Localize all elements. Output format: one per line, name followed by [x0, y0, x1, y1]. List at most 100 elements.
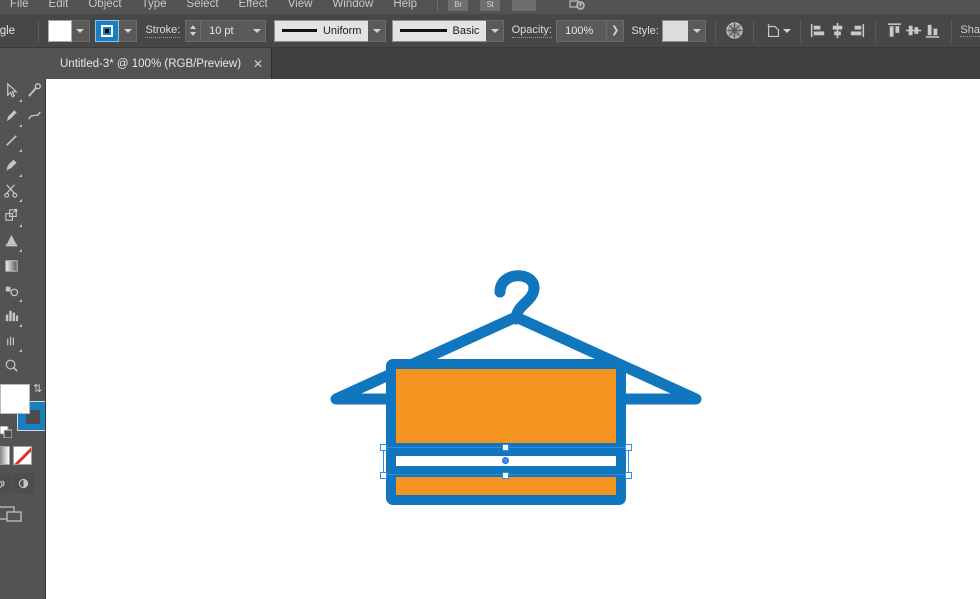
change-screen-mode-icon[interactable] — [0, 503, 46, 523]
tool-free-transform[interactable] — [0, 228, 23, 253]
menu-item-help[interactable]: Help — [383, 0, 427, 14]
align-left-icon[interactable] — [809, 20, 828, 42]
tool-flyout-indicator — [19, 349, 22, 352]
tool-curvature[interactable] — [23, 103, 46, 128]
tool-flyout-indicator — [19, 299, 22, 302]
menu-item-file[interactable]: File — [0, 0, 39, 14]
align-right-icon[interactable] — [847, 20, 866, 42]
tool-flyout-indicator — [19, 99, 22, 102]
bridge-button[interactable]: Br — [448, 0, 468, 11]
tool-arc[interactable] — [23, 128, 46, 153]
tool-blend[interactable] — [0, 278, 23, 303]
stroke-weight-input[interactable]: 10 pt — [200, 20, 248, 42]
stroke-swatch[interactable] — [95, 20, 119, 42]
default-fill-stroke-icon[interactable] — [0, 426, 12, 441]
variable-width-dropdown-button[interactable] — [368, 20, 386, 42]
draw-normal-icon[interactable] — [0, 473, 11, 493]
tool-reflect[interactable] — [23, 203, 46, 228]
menu-item-select[interactable]: Select — [177, 0, 229, 14]
menu-item-view[interactable]: View — [278, 0, 323, 14]
stepper-up-icon[interactable] — [190, 25, 196, 29]
tool-eraser[interactable] — [23, 178, 46, 203]
color-mode-row — [0, 446, 46, 465]
variable-width-profile-preview[interactable]: Uniform — [274, 20, 368, 42]
menu-item-type[interactable]: Type — [132, 0, 177, 14]
tool-live-paint[interactable] — [23, 278, 46, 303]
close-icon[interactable]: ✕ — [253, 58, 263, 70]
tool-mesh[interactable] — [23, 253, 46, 278]
gradient-mode-icon[interactable] — [0, 446, 10, 465]
align-horizontal-center-icon[interactable] — [828, 20, 847, 42]
tool-puppet-warp[interactable] — [23, 228, 46, 253]
tool-column-graph[interactable] — [0, 303, 23, 328]
menu-divider — [437, 0, 438, 11]
fill-color-indicator[interactable] — [0, 384, 30, 414]
opacity-more-button[interactable]: ❯ — [606, 20, 624, 42]
arrange-documents-icon[interactable] — [512, 0, 536, 11]
transform-shape-group[interactable] — [763, 20, 791, 42]
recolor-artwork-icon[interactable] — [725, 20, 744, 42]
tool-direct-selection[interactable] — [0, 78, 23, 103]
brush-definition-group[interactable]: Basic — [392, 20, 504, 42]
graphic-style-swatch[interactable] — [662, 20, 688, 42]
swap-fill-stroke-icon[interactable]: ⇅ — [33, 382, 42, 395]
tool-shaper[interactable] — [23, 153, 46, 178]
stroke-weight-group[interactable]: 10 pt — [185, 20, 266, 42]
fill-color-group[interactable] — [48, 20, 90, 42]
shape-label[interactable]: Sha — [960, 24, 980, 37]
brush-definition-preview[interactable]: Basic — [392, 20, 486, 42]
align-vertical-center-icon[interactable] — [904, 20, 923, 42]
draw-behind-icon[interactable] — [12, 473, 34, 493]
brush-definition-dropdown-button[interactable] — [486, 20, 504, 42]
tool-magic-wand[interactable] — [23, 78, 46, 103]
workspace-switcher-icon[interactable] — [568, 0, 586, 11]
stroke-weight-stepper[interactable] — [185, 20, 200, 42]
menu-bar: File Edit Object Type Select Effect View… — [0, 0, 980, 14]
opacity-label[interactable]: Opacity: — [512, 24, 552, 38]
tool-print-tiling[interactable] — [23, 328, 46, 353]
align-top-icon[interactable] — [885, 20, 904, 42]
opacity-input[interactable]: 100% — [556, 20, 606, 42]
stepper-down-icon[interactable] — [190, 32, 196, 36]
chevron-down-icon[interactable] — [783, 29, 791, 33]
chevron-down-icon — [491, 29, 499, 33]
tool-paintbrush[interactable] — [0, 153, 23, 178]
stroke-color-group[interactable] — [95, 20, 137, 42]
graphic-style-dropdown-button[interactable] — [688, 20, 706, 42]
tool-pen[interactable] — [0, 103, 23, 128]
control-divider — [753, 20, 754, 42]
stroke-weight-label[interactable]: Stroke: — [145, 24, 180, 38]
tool-line-segment[interactable] — [0, 128, 23, 153]
tool-flyout-indicator — [19, 124, 22, 127]
stock-button[interactable]: St — [480, 0, 500, 11]
fill-stroke-indicator: ⇅ — [0, 382, 46, 440]
fill-swatch[interactable] — [48, 20, 72, 42]
stroke-weight-dropdown-button[interactable] — [248, 20, 266, 42]
stroke-dropdown-button[interactable] — [119, 20, 137, 42]
control-divider — [715, 20, 716, 42]
tool-zoom[interactable] — [0, 353, 23, 378]
tool-flyout-indicator — [19, 174, 22, 177]
tool-flyout-indicator — [19, 324, 22, 327]
tool-scissors[interactable] — [0, 178, 23, 203]
menu-item-effect[interactable]: Effect — [229, 0, 278, 14]
menu-item-object[interactable]: Object — [78, 0, 131, 14]
tool-artboard[interactable] — [23, 303, 46, 328]
menu-item-edit[interactable]: Edit — [39, 0, 79, 14]
variable-width-profile-group[interactable]: Uniform — [274, 20, 386, 42]
none-mode-icon[interactable] — [13, 446, 32, 465]
tool-gradient[interactable] — [0, 253, 23, 278]
tool-flyout-indicator — [19, 199, 22, 202]
transform-shape-icon[interactable] — [763, 20, 785, 42]
opacity-group[interactable]: 100% ❯ — [556, 20, 624, 42]
document-canvas[interactable] — [46, 79, 980, 599]
document-tab[interactable]: Untitled-3* @ 100% (RGB/Preview) ✕ — [46, 48, 272, 79]
align-bottom-icon[interactable] — [923, 20, 942, 42]
illustrator-window: File Edit Object Type Select Effect View… — [0, 0, 980, 599]
menu-item-window[interactable]: Window — [322, 0, 383, 14]
tool-hand[interactable] — [0, 328, 23, 353]
tool-scale[interactable] — [0, 203, 23, 228]
artwork-hanger-towel[interactable] — [326, 219, 706, 509]
fill-dropdown-button[interactable] — [72, 20, 90, 42]
graphic-style-group[interactable] — [662, 20, 706, 42]
